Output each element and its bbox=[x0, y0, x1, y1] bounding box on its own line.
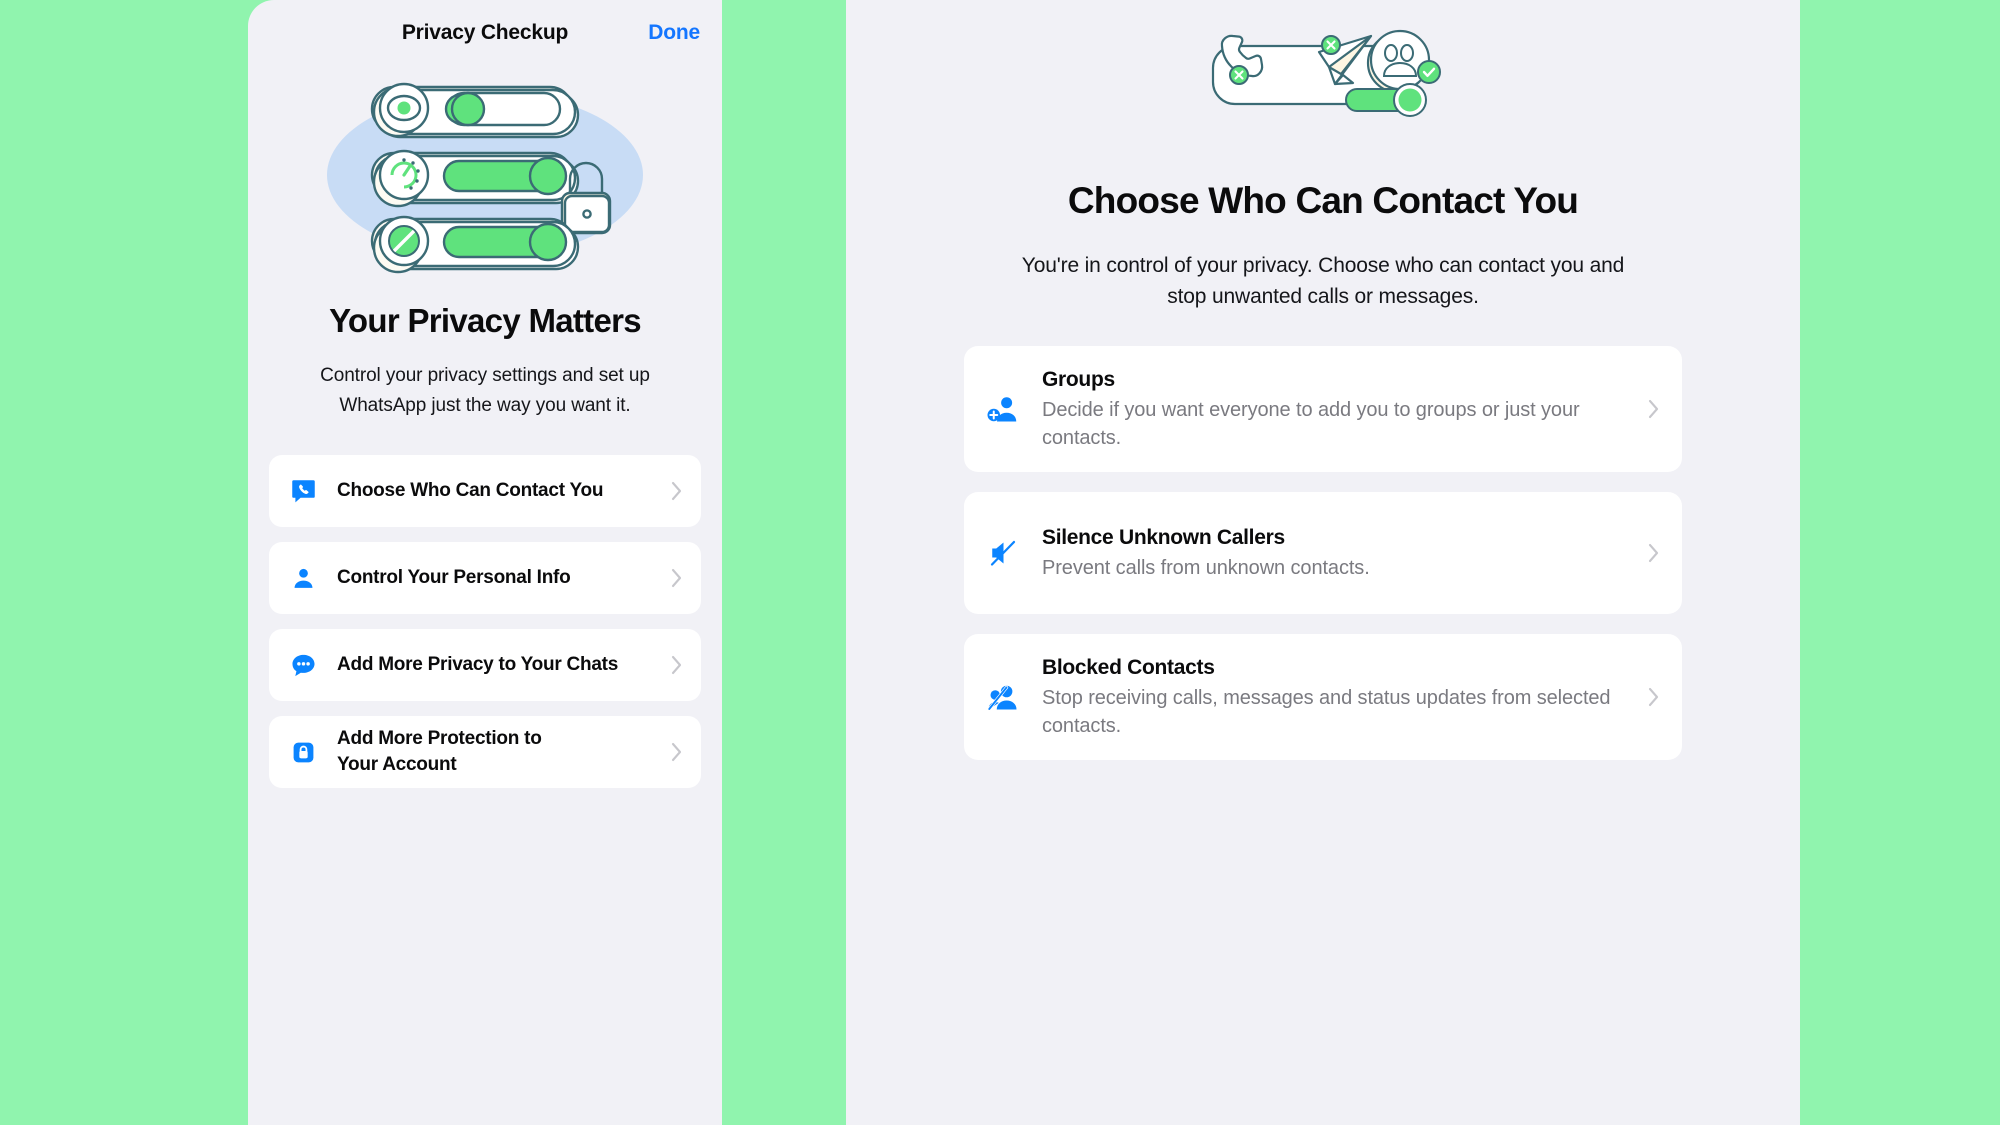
card-description: Prevent calls from unknown contacts. bbox=[1042, 557, 1370, 579]
card-body: Blocked Contacts Stop receiving calls, m… bbox=[1042, 654, 1640, 740]
chevron-right-icon bbox=[671, 481, 683, 501]
list-item-groups[interactable]: Groups Decide if you want everyone to ad… bbox=[964, 346, 1682, 472]
chevron-right-icon bbox=[671, 655, 683, 675]
choose-who-can-contact-you-panel: Choose Who Can Contact You You're in con… bbox=[846, 0, 1800, 1125]
background-middle-gutter bbox=[722, 0, 846, 1125]
list-item-label: Add More Protection to Your Account bbox=[337, 728, 542, 775]
list-item-label: Add More Privacy to Your Chats bbox=[337, 654, 619, 675]
privacy-toggles-illustration bbox=[248, 70, 722, 280]
person-add-icon bbox=[986, 392, 1020, 426]
card-description: Decide if you want everyone to add you t… bbox=[1042, 399, 1580, 449]
navigation-bar: Privacy Checkup Done bbox=[248, 0, 722, 66]
background-left-gutter bbox=[0, 0, 248, 1125]
list-item-control-your-personal-info[interactable]: Control Your Personal Info bbox=[269, 542, 701, 614]
chevron-right-icon bbox=[1648, 687, 1660, 707]
card-title: Silence Unknown Callers bbox=[1042, 526, 1285, 549]
phone-bubble-icon bbox=[289, 477, 317, 505]
right-panel-heading: Choose Who Can Contact You bbox=[1067, 180, 1579, 221]
list-item-label: Choose Who Can Contact You bbox=[337, 480, 604, 501]
card-title: Groups bbox=[1042, 368, 1115, 391]
list-item-blocked-contacts[interactable]: Blocked Contacts Stop receiving calls, m… bbox=[964, 634, 1682, 760]
list-item-choose-who-can-contact-you[interactable]: Choose Who Can Contact You bbox=[269, 455, 701, 527]
list-item-add-more-protection-to-your-account[interactable]: Add More Protection to Your Account bbox=[269, 716, 701, 788]
privacy-checkup-panel: Privacy Checkup Done Your Privacy Matter… bbox=[248, 0, 722, 1125]
right-panel-subheading: You're in control of your privacy. Choos… bbox=[1021, 254, 1625, 308]
screen-root: Privacy Checkup Done Your Privacy Matter… bbox=[0, 0, 2000, 1125]
list-item-add-more-privacy-to-your-chats[interactable]: Add More Privacy to Your Chats bbox=[269, 629, 701, 701]
card-title: Blocked Contacts bbox=[1042, 656, 1215, 679]
card-description: Stop receiving calls, messages and statu… bbox=[1042, 687, 1611, 737]
chevron-right-icon bbox=[1648, 399, 1660, 419]
chat-dots-icon bbox=[289, 651, 317, 679]
chevron-right-icon bbox=[1648, 543, 1660, 563]
left-panel-subheading: Control your privacy settings and set up… bbox=[320, 365, 650, 416]
card-body: Groups Decide if you want everyone to ad… bbox=[1042, 366, 1640, 452]
contact-settings-list: Groups Decide if you want everyone to ad… bbox=[846, 346, 1800, 760]
page-title: Privacy Checkup bbox=[401, 21, 569, 44]
list-item-silence-unknown-callers[interactable]: Silence Unknown Callers Prevent calls fr… bbox=[964, 492, 1682, 614]
contact-controls-illustration bbox=[846, 0, 1800, 150]
speaker-mute-icon bbox=[986, 536, 1020, 570]
list-item-label: Control Your Personal Info bbox=[337, 567, 571, 588]
privacy-options-list: Choose Who Can Contact You Control Your … bbox=[248, 455, 722, 788]
lock-square-icon bbox=[289, 738, 317, 766]
card-body: Silence Unknown Callers Prevent calls fr… bbox=[1042, 524, 1640, 582]
people-blocked-icon bbox=[986, 680, 1020, 714]
chevron-right-icon bbox=[671, 568, 683, 588]
chevron-right-icon bbox=[671, 742, 683, 762]
background-right-gutter bbox=[1800, 0, 2000, 1125]
person-icon bbox=[289, 564, 317, 592]
done-button[interactable]: Done bbox=[648, 21, 700, 45]
left-panel-heading: Your Privacy Matters bbox=[329, 302, 642, 339]
